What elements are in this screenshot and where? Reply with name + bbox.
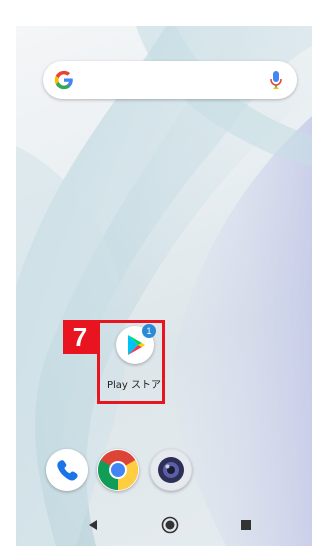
google-g-icon xyxy=(54,70,73,90)
phone-app[interactable] xyxy=(46,449,88,491)
back-button[interactable] xyxy=(82,514,104,536)
highlight-box xyxy=(97,320,165,404)
home-screen xyxy=(16,26,312,546)
back-icon xyxy=(89,520,97,530)
navigation-bar xyxy=(16,504,312,546)
camera-icon xyxy=(151,450,191,490)
mic-icon[interactable] xyxy=(269,70,283,90)
app-dock xyxy=(16,441,312,501)
phone-icon xyxy=(46,449,88,491)
step-number-label: 7 xyxy=(63,320,97,354)
recents-icon xyxy=(241,520,251,530)
chrome-app[interactable] xyxy=(97,449,139,491)
home-icon xyxy=(161,516,179,534)
home-button[interactable] xyxy=(159,514,181,536)
chrome-icon xyxy=(98,450,138,490)
recents-button[interactable] xyxy=(235,514,257,536)
camera-app[interactable] xyxy=(150,449,192,491)
phone-frame: 1 Play ストア xyxy=(16,0,312,546)
google-search-bar[interactable] xyxy=(43,61,297,99)
